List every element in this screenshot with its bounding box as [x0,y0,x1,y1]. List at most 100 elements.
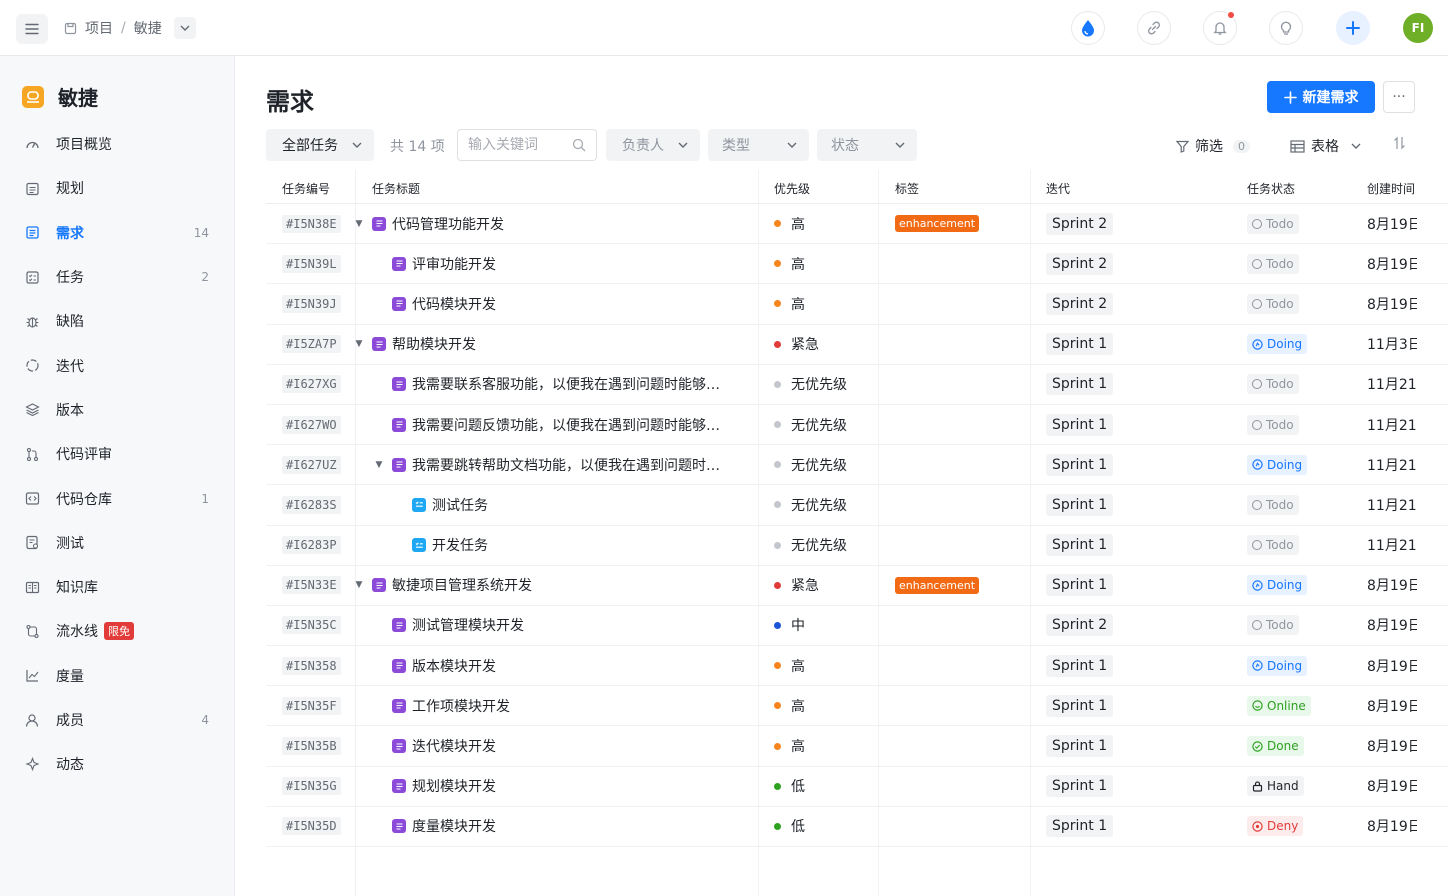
sidebar-item-testing[interactable]: 测试 [0,521,235,565]
status-badge[interactable]: Doing [1247,575,1308,596]
task-title[interactable]: 迭代模块开发 [412,736,496,756]
breadcrumb-current[interactable]: 敏捷 [134,18,162,38]
task-id[interactable]: #I5N35D [282,817,341,836]
more-button[interactable]: ··· [1383,81,1415,113]
priority-label[interactable]: 无优先级 [791,455,847,475]
priority-label[interactable]: 低 [791,776,805,796]
task-id[interactable]: #I6283S [282,495,341,514]
sprint-label[interactable]: Sprint 1 [1046,534,1114,557]
expand-caret-icon[interactable]: ▼ [352,339,366,349]
sidebar-item-requirements[interactable]: 需求 14 [0,211,235,255]
sidebar-item-pipeline[interactable]: 流水线 限免 [0,609,235,653]
breadcrumb-root[interactable]: 项目 [85,18,113,38]
priority-label[interactable]: 低 [791,816,805,836]
column-header-status[interactable]: 任务状态 [1247,180,1295,197]
task-title[interactable]: 我需要联系客服功能，以便我在遇到问题时能够… [412,374,720,394]
task-title[interactable]: 敏捷项目管理系统开发 [392,575,532,595]
task-title[interactable]: 工作项模块开发 [412,696,510,716]
sprint-label[interactable]: Sprint 1 [1046,775,1114,798]
priority-label[interactable]: 高 [791,696,805,716]
table-row[interactable]: #I5N39J 代码模块开发 高 Sprint 2 Todo 8月19日 [266,284,1448,325]
sprint-label[interactable]: Sprint 1 [1046,815,1114,838]
tag-badge[interactable]: enhancement [895,576,980,594]
priority-label[interactable]: 无优先级 [791,415,847,435]
table-row[interactable]: #I627XG 我需要联系客服功能，以便我在遇到问题时能够… 无优先级 Sprint … [266,365,1448,405]
table-row[interactable]: #I5N35B 迭代模块开发 高 Sprint 1 Done 8月19日 [266,726,1448,767]
status-badge[interactable]: Doing [1247,334,1308,355]
priority-label[interactable]: 中 [791,615,805,635]
task-title[interactable]: 开发任务 [432,535,488,555]
column-header-tags[interactable]: 标签 [895,180,919,197]
status-badge[interactable]: Todo [1247,374,1299,395]
table-row[interactable]: #I5N33E ▼ 敏捷项目管理系统开发 紧急 enhancement Sprint 1 D… [266,566,1448,606]
sprint-label[interactable]: Sprint 1 [1046,333,1114,356]
table-row[interactable]: #I627UZ ▼ 我需要跳转帮助文档功能，以便我在遇到问题时… 无优先级 Sprint… [266,445,1448,486]
new-requirement-button[interactable]: 新建需求 [1267,81,1375,113]
table-row[interactable]: #I5N35D 度量模块开发 低 Sprint 1 Deny 8月19日 [266,807,1448,847]
task-title[interactable]: 测试任务 [432,495,488,515]
search-box[interactable] [457,129,597,161]
task-id[interactable]: #I627WO [282,415,341,434]
priority-label[interactable]: 高 [791,656,805,676]
sprint-label[interactable]: Sprint 1 [1046,373,1114,396]
type-select[interactable]: 类型 [708,129,809,161]
sprint-label[interactable]: Sprint 1 [1046,493,1114,516]
task-id[interactable]: #I5N35G [282,777,341,796]
task-id[interactable]: #I5ZA7P [282,335,341,354]
project-header[interactable]: 敏捷 [22,82,98,111]
task-id[interactable]: #I5N35B [282,737,341,756]
table-row[interactable]: #I5N35F 工作项模块开发 高 Sprint 1 Online 8月19日 [266,686,1448,727]
expand-caret-icon[interactable]: ▼ [352,580,366,590]
task-title[interactable]: 评审功能开发 [412,254,496,274]
sprint-label[interactable]: Sprint 1 [1046,654,1114,677]
sidebar-item-wiki[interactable]: 知识库 [0,565,235,609]
sidebar-item-bugs[interactable]: 缺陷 [0,299,235,343]
table-row[interactable]: #I5N358 版本模块开发 高 Sprint 1 Doing 8月19日 [266,646,1448,687]
task-id[interactable]: #I5N39J [282,294,341,313]
priority-label[interactable]: 无优先级 [791,535,847,555]
sprint-label[interactable]: Sprint 2 [1046,292,1114,315]
task-title[interactable]: 代码模块开发 [412,294,496,314]
priority-label[interactable]: 紧急 [791,575,819,595]
task-title[interactable]: 测试管理模块开发 [412,615,524,635]
droplet-button[interactable] [1071,11,1105,45]
status-badge[interactable]: Doing [1247,454,1308,475]
task-id[interactable]: #I5N35C [282,616,341,635]
task-title[interactable]: 版本模块开发 [412,656,496,676]
priority-label[interactable]: 高 [791,736,805,756]
status-badge[interactable]: Todo [1247,414,1299,435]
task-id[interactable]: #I5N35F [282,696,341,715]
priority-label[interactable]: 无优先级 [791,374,847,394]
table-row[interactable]: #I627WO 我需要问题反馈功能，以便我在遇到问题时能够… 无优先级 Sprint … [266,405,1448,446]
priority-label[interactable]: 紧急 [791,334,819,354]
tag-badge[interactable]: enhancement [895,215,980,233]
sidebar-item-iterations[interactable]: 迭代 [0,343,235,387]
expand-caret-icon[interactable]: ▼ [352,219,366,229]
table-row[interactable]: #I5N35G 规划模块开发 低 Sprint 1 Hand 8月19日 [266,767,1448,807]
column-header-sprint[interactable]: 迭代 [1046,180,1070,197]
task-id[interactable]: #I5N33E [282,576,341,595]
status-badge[interactable]: Hand [1247,776,1304,797]
status-badge[interactable]: Todo [1247,615,1299,636]
task-id[interactable]: #I5N38E [282,214,341,233]
filter-button[interactable]: 筛选 0 [1176,136,1250,156]
column-header-created[interactable]: 创建时间 [1367,180,1415,197]
scope-select[interactable]: 全部任务 [266,129,374,161]
sprint-label[interactable]: Sprint 1 [1046,453,1114,476]
sidebar-item-metrics[interactable]: 度量 [0,654,235,698]
task-title[interactable]: 帮助模块开发 [392,334,476,354]
column-header-title[interactable]: 任务标题 [372,180,420,197]
task-title[interactable]: 我需要跳转帮助文档功能，以便我在遇到问题时… [412,455,720,475]
menu-button[interactable] [16,14,48,44]
table-row[interactable]: #I6283S 测试任务 无优先级 Sprint 1 Todo 11月21 [266,485,1448,526]
table-row[interactable]: #I5N38E ▼ 代码管理功能开发 高 enhancement Sprint 2 Todo… [266,204,1448,245]
sort-button[interactable] [1393,136,1406,150]
sidebar-item-overview[interactable]: 项目概览 [0,122,235,166]
tips-button[interactable] [1269,11,1303,45]
status-badge[interactable]: Todo [1247,535,1299,556]
column-header-priority[interactable]: 优先级 [774,180,810,197]
table-row[interactable]: #I5N35C 测试管理模块开发 中 Sprint 2 Todo 8月19日 [266,606,1448,647]
priority-label[interactable]: 高 [791,214,805,234]
priority-label[interactable]: 高 [791,254,805,274]
sprint-label[interactable]: Sprint 1 [1046,413,1114,436]
